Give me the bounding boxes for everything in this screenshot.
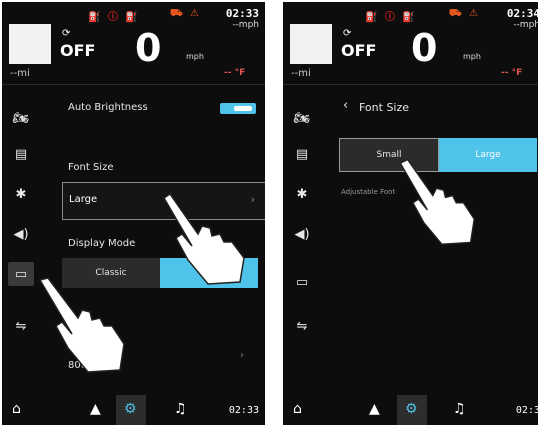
bottom-bar: ⌂ ▲ ⚙ ♫ 02:33 (2, 395, 265, 425)
bluetooth-icon[interactable]: ✱ (8, 182, 34, 206)
speed-unit-readout: --mph (232, 20, 259, 30)
font-size-screen-right: ⛽ ⓘ ⛽ ⛟ ⚠ 02:34 --mph ⟳ OFF 0 mph --mi -… (283, 2, 538, 425)
odometer: --mi (10, 68, 30, 79)
divider (2, 84, 265, 85)
tap-hand-icon (38, 277, 125, 373)
settings-gear-icon[interactable]: ⚙ (124, 401, 137, 417)
motorcycle-icon[interactable]: 🏍 (289, 106, 315, 130)
speed-value: 0 (411, 26, 438, 70)
warning-icons: ⛽ ⓘ ⛽ (88, 12, 140, 23)
font-size-value: Large (69, 194, 98, 205)
dashboard-icon[interactable]: ▤ (8, 142, 34, 166)
clock: 02:33 (225, 7, 259, 20)
tap-hand-icon (162, 192, 245, 285)
home-icon[interactable]: ⌂ (12, 401, 21, 417)
info-panel (290, 24, 332, 64)
engine-warning-icons: ⛟ ⚠ (449, 8, 481, 19)
temperature: -- °F (224, 68, 246, 78)
home-icon[interactable]: ⌂ (293, 401, 302, 417)
temperature: -- °F (501, 68, 523, 78)
tap-hand-icon (399, 158, 475, 245)
volume-icon[interactable]: ◀) (289, 222, 315, 246)
bottom-clock: 02:33 (228, 405, 259, 416)
back-button[interactable]: ‹ (343, 98, 348, 113)
settings-sliders-icon[interactable]: ⇋ (289, 314, 315, 338)
music-icon[interactable]: ♫ (174, 401, 187, 417)
speed-value: 0 (135, 26, 162, 70)
settings-gear-icon[interactable]: ⚙ (405, 401, 418, 417)
engine-icon: ⟳ (62, 28, 71, 39)
music-icon[interactable]: ♫ (453, 401, 466, 417)
clock: 02:34 (506, 7, 538, 20)
speed-unit: mph (186, 52, 204, 61)
settings-sliders-icon[interactable]: ⇋ (8, 314, 34, 338)
bottom-bar: ⌂ ▲ ⚙ ♫ 02:3 (283, 395, 538, 425)
engine-warning-icons: ⛟ ⚠ (170, 8, 202, 19)
chevron-right-icon: › (240, 350, 244, 361)
dashboard-icon[interactable]: ▤ (289, 142, 315, 166)
speed-unit: mph (463, 52, 481, 61)
font-hint: Adjustable Font (341, 188, 396, 196)
auto-brightness-toggle[interactable] (220, 103, 256, 114)
bluetooth-icon[interactable]: ✱ (289, 182, 315, 206)
navigation-icon[interactable]: ▲ (369, 401, 380, 417)
engine-state: OFF (60, 41, 96, 60)
volume-icon[interactable]: ◀) (8, 222, 34, 246)
warning-icons: ⛽ ⓘ ⛽ (365, 12, 417, 23)
auto-brightness-label: Auto Brightness (68, 102, 148, 113)
navigation-icon[interactable]: ▲ (90, 401, 101, 417)
odometer: --mi (291, 68, 311, 79)
engine-icon: ⟳ (343, 28, 352, 39)
divider (283, 84, 538, 85)
display-icon[interactable]: ▭ (289, 270, 315, 294)
bottom-clock: 02:3 (515, 405, 538, 416)
speed-unit-readout: --mph (513, 20, 538, 30)
engine-state: OFF (341, 41, 377, 60)
display-mode-label: Display Mode (68, 238, 136, 249)
display-icon[interactable]: ▭ (8, 262, 34, 286)
page-title: Font Size (359, 101, 410, 114)
settings-screen-left: ⛽ ⓘ ⛽ ⛟ ⚠ 02:33 --mph ⟳ OFF 0 mph --mi -… (2, 2, 265, 425)
info-panel (9, 24, 51, 64)
font-size-label: Font Size (68, 162, 114, 173)
motorcycle-icon[interactable]: 🏍 (8, 106, 34, 130)
